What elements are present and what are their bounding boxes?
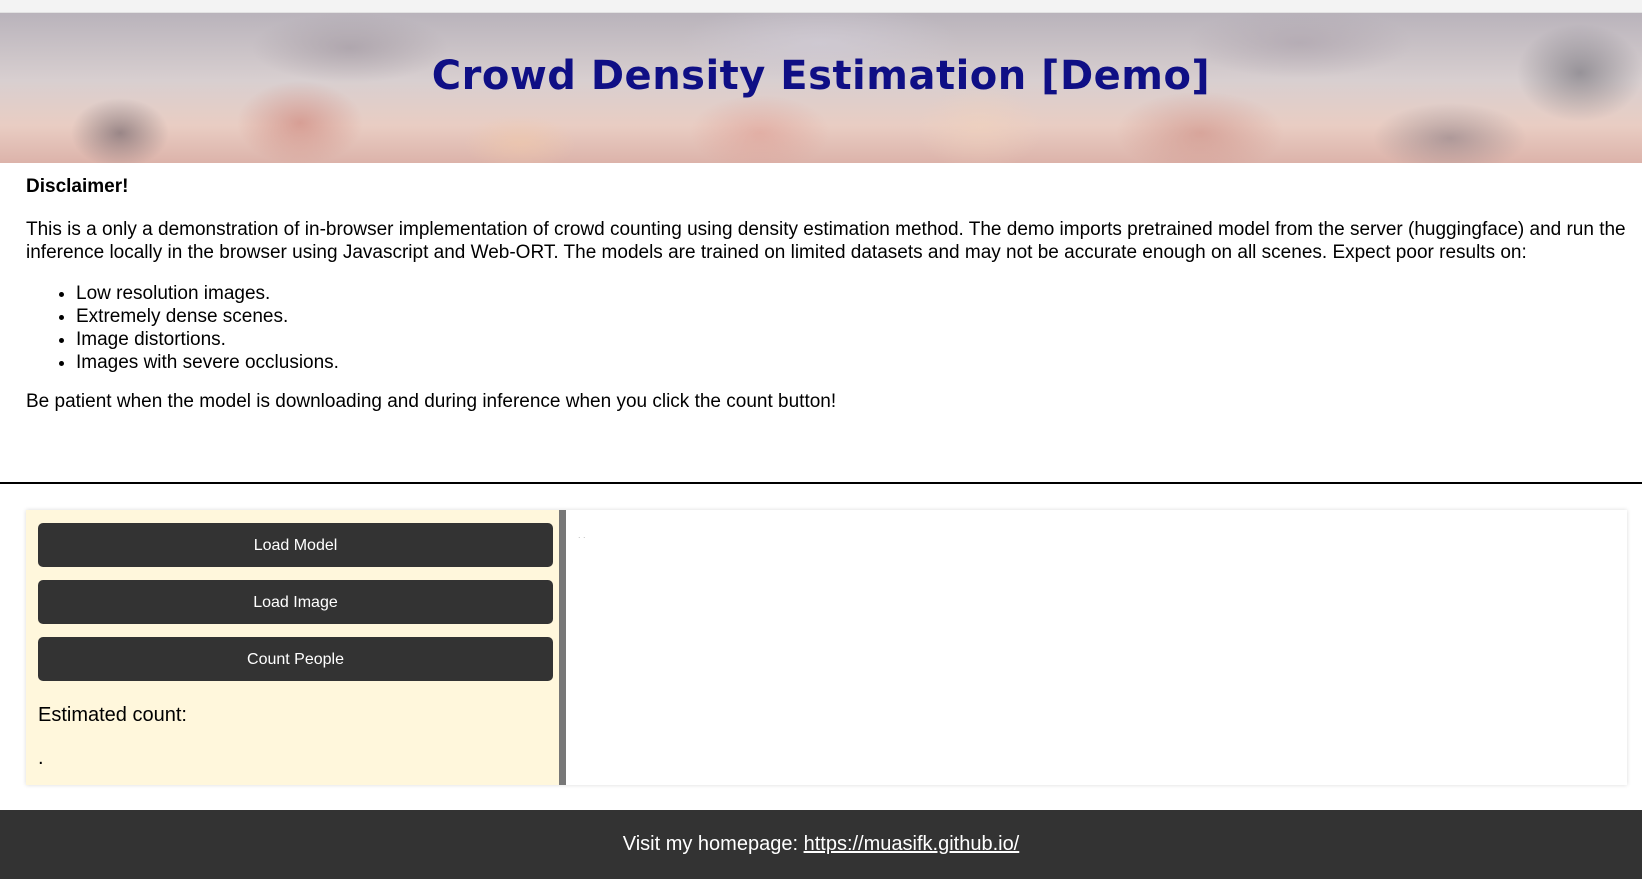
list-item: Extremely dense scenes. — [76, 305, 1626, 328]
list-item: Image distortions. — [76, 328, 1626, 351]
controls-panel: Load Model Load Image Count People Estim… — [26, 510, 566, 785]
list-item: Images with severe occlusions. — [76, 351, 1626, 374]
disclaimer-paragraph: This is a only a demonstration of in-bro… — [26, 219, 1626, 263]
demo-app-panel: Load Model Load Image Count People Estim… — [26, 510, 1627, 785]
estimated-count-value: . — [38, 747, 44, 769]
list-item: Low resolution images. — [76, 282, 1626, 305]
count-people-button[interactable]: Count People — [38, 637, 553, 681]
disclaimer-section: Disclaimer! This is a only a demonstrati… — [26, 175, 1626, 431]
limitations-list: Low resolution images. Extremely dense s… — [26, 282, 1626, 374]
header-banner: Crowd Density Estimation [Demo] — [0, 13, 1642, 163]
image-canvas[interactable]: . . — [566, 510, 1627, 785]
estimated-count-label: Estimated count: — [38, 704, 187, 726]
disclaimer-heading: Disclaimer! — [26, 176, 129, 197]
page-title: Crowd Density Estimation [Demo] — [431, 53, 1211, 99]
footer: Visit my homepage: https://muasifk.githu… — [0, 810, 1642, 879]
browser-top-strip — [0, 0, 1642, 13]
footer-text: Visit my homepage: — [622, 833, 804, 855]
canvas-placeholder: . . — [578, 530, 586, 540]
homepage-link[interactable]: https://muasifk.github.io/ — [804, 833, 1020, 855]
load-image-button[interactable]: Load Image — [38, 580, 553, 624]
patience-note: Be patient when the model is downloading… — [26, 391, 837, 412]
section-divider — [0, 482, 1642, 484]
load-model-button[interactable]: Load Model — [38, 523, 553, 567]
